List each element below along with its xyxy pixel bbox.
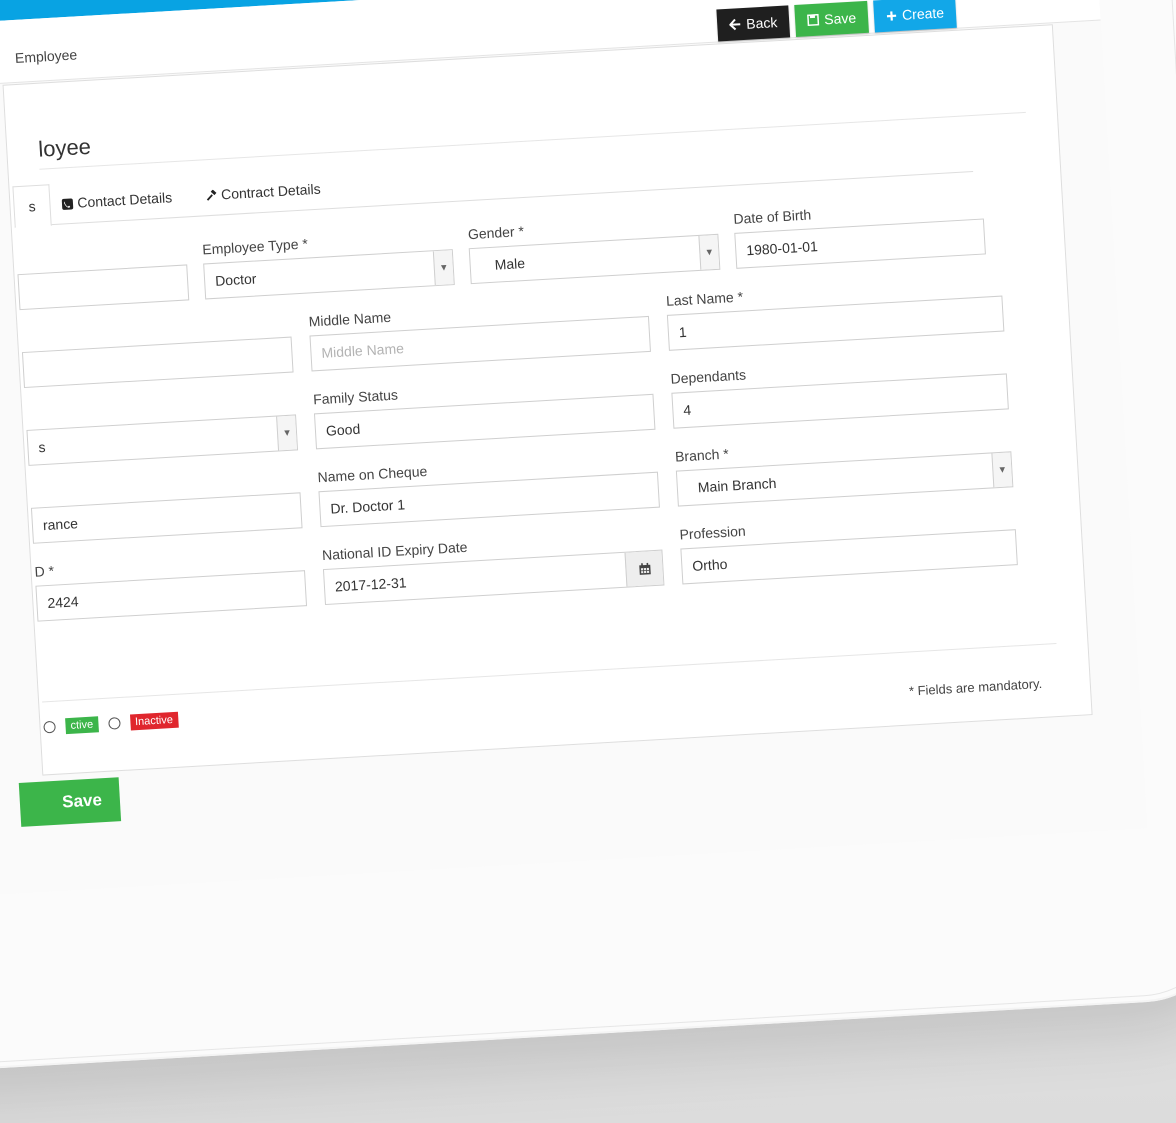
header-save-label: Save	[823, 9, 857, 28]
back-button[interactable]: Back	[716, 5, 791, 42]
tab-contract-label: Contract Details	[220, 180, 321, 203]
app-screen: Employee Back Save Create loyee s Contac…	[0, 0, 1148, 909]
form-save-button[interactable]: Save	[18, 777, 122, 827]
calendar-icon	[638, 562, 651, 575]
employee-type-caret: ▾	[432, 250, 454, 286]
active-badge: ctive	[65, 716, 99, 735]
national-id-value: 2424	[46, 593, 80, 612]
status-select-caret: ▾	[276, 415, 298, 451]
gender-value: Male	[494, 254, 526, 273]
chevron-down-icon: ▾	[440, 261, 447, 274]
chevron-down-icon: ▾	[283, 426, 291, 440]
employee-type-value: Doctor	[214, 270, 257, 289]
inactive-badge: Inactive	[129, 711, 179, 731]
gavel-icon	[206, 189, 217, 202]
arrow-left-icon	[728, 18, 741, 31]
tab-personal-label: s	[28, 198, 37, 215]
chevron-down-icon: ▾	[706, 246, 713, 259]
branch-caret: ▾	[991, 452, 1013, 488]
create-button[interactable]: Create	[873, 0, 957, 33]
phone-icon	[61, 198, 74, 211]
gender-caret: ▾	[698, 234, 720, 270]
page-title: loyee	[37, 133, 92, 162]
back-button-label: Back	[745, 14, 778, 32]
national-id-expiry-value: 2017-12-31	[334, 574, 407, 595]
family-status-value: Good	[325, 420, 361, 439]
radio-active[interactable]	[43, 720, 56, 734]
profession-value: Ortho	[691, 555, 728, 574]
insurance-value: rance	[42, 515, 79, 534]
dependants-value: 4	[682, 401, 692, 419]
calendar-button[interactable]	[624, 550, 664, 587]
radio-inactive[interactable]	[107, 717, 121, 730]
branch-value: Main Branch	[697, 474, 777, 496]
form-save-label: Save	[61, 790, 103, 812]
create-button-label: Create	[901, 4, 945, 23]
name-on-cheque-value: Dr. Doctor 1	[330, 496, 406, 517]
tab-contract-details[interactable]: Contract Details	[190, 168, 336, 216]
middle-name-placeholder: Middle Name	[321, 340, 405, 361]
date-of-birth-value: 1980-01-01	[745, 238, 819, 259]
status-select-value: s	[37, 438, 46, 456]
field-first-col-row1	[16, 242, 190, 311]
last-name-value: 1	[678, 323, 688, 341]
floppy-icon	[807, 13, 820, 27]
screen-wrap: Employee Back Save Create loyee s Contac…	[0, 0, 1176, 1123]
tab-contact-details[interactable]: Contact Details	[46, 176, 187, 224]
plus-icon	[886, 10, 897, 21]
tab-contact-label: Contact Details	[76, 189, 173, 211]
header-save-button[interactable]: Save	[794, 0, 870, 37]
chevron-down-icon: ▾	[999, 463, 1006, 476]
